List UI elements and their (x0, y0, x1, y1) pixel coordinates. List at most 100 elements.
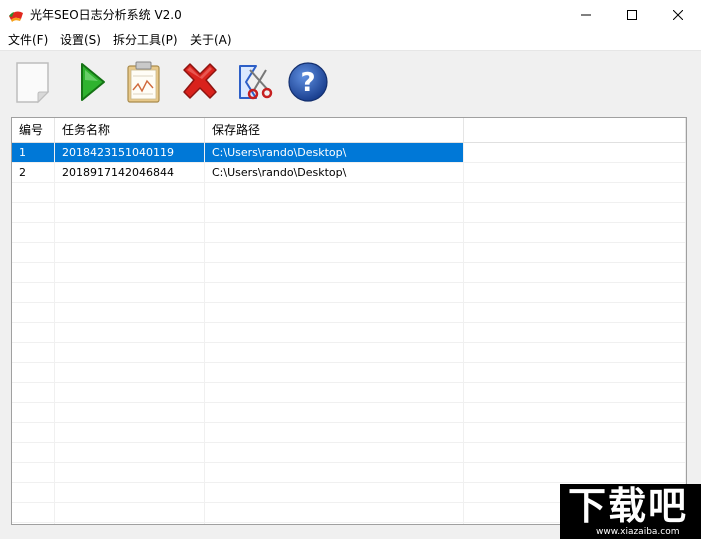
window-title: 光年SEO日志分析系统 V2.0 (30, 8, 182, 22)
empty-table-row (12, 463, 686, 483)
start-button[interactable] (68, 58, 114, 106)
cell-empty (464, 403, 686, 422)
report-button[interactable] (120, 58, 166, 106)
cell-task-name (55, 283, 205, 302)
cell-id (12, 423, 55, 442)
cell-task-name (55, 463, 205, 482)
menu-split-tools[interactable]: 拆分工具(P) (113, 32, 178, 48)
close-icon (673, 10, 683, 20)
maximize-button[interactable] (609, 0, 655, 30)
cell-empty (464, 443, 686, 462)
cell-save-path: C:\Users\rando\Desktop\ (205, 163, 464, 182)
cell-empty (464, 343, 686, 362)
empty-table-row (12, 363, 686, 383)
cell-task-name (55, 323, 205, 342)
cell-empty (464, 323, 686, 342)
cell-save-path (205, 523, 464, 524)
cell-empty (464, 203, 686, 222)
cell-empty (464, 143, 686, 162)
column-header-save-path[interactable]: 保存路径 (205, 118, 464, 142)
cell-task-name (55, 363, 205, 382)
cell-save-path (205, 323, 464, 342)
menu-file[interactable]: 文件(F) (8, 32, 48, 48)
cell-id (12, 383, 55, 402)
empty-table-row (12, 323, 686, 343)
minimize-icon (581, 14, 591, 16)
cell-save-path (205, 503, 464, 522)
cell-save-path (205, 403, 464, 422)
cell-save-path (205, 423, 464, 442)
help-button[interactable]: ? (285, 58, 331, 106)
menu-about[interactable]: 关于(A) (190, 32, 232, 48)
cell-id: 2 (12, 163, 55, 182)
cell-task-name (55, 383, 205, 402)
cell-empty (464, 383, 686, 402)
clipboard-report-icon (127, 61, 160, 103)
cell-id (12, 523, 55, 524)
delete-button[interactable] (177, 58, 223, 106)
cell-empty (464, 223, 686, 242)
cell-save-path (205, 303, 464, 322)
app-logo-icon (8, 7, 24, 23)
cell-task-name (55, 403, 205, 422)
empty-table-row (12, 423, 686, 443)
menu-settings[interactable]: 设置(S) (60, 32, 101, 48)
cell-empty (464, 183, 686, 202)
cell-id (12, 323, 55, 342)
cell-id (12, 283, 55, 302)
cell-task-name (55, 303, 205, 322)
cell-id (12, 303, 55, 322)
cell-save-path (205, 463, 464, 482)
cell-empty (464, 423, 686, 442)
cell-id (12, 343, 55, 362)
cell-task-name: 2018423151040119 (55, 143, 205, 162)
cell-empty (464, 363, 686, 382)
column-header-id[interactable]: 编号 (12, 118, 55, 142)
cell-save-path (205, 343, 464, 362)
cell-empty (464, 303, 686, 322)
cell-save-path (205, 203, 464, 222)
split-scissors-icon (239, 65, 273, 100)
minimize-button[interactable] (563, 0, 609, 30)
watermark-logo-text: 下载吧 (568, 484, 689, 528)
empty-table-row (12, 383, 686, 403)
cell-task-name (55, 443, 205, 462)
watermark-url: www.xiazaiba.com (596, 527, 680, 537)
title-bar[interactable]: 光年SEO日志分析系统 V2.0 (0, 0, 701, 30)
cell-id (12, 183, 55, 202)
toolbar: ? (0, 51, 701, 115)
empty-table-row (12, 263, 686, 283)
table-row[interactable]: 2 2018917142046844 C:\Users\rando\Desktop\ (12, 163, 686, 183)
cell-task-name (55, 263, 205, 282)
empty-table-row (12, 303, 686, 323)
cell-save-path (205, 443, 464, 462)
cell-id (12, 403, 55, 422)
cell-task-name: 2018917142046844 (55, 163, 205, 182)
cell-task-name (55, 223, 205, 242)
task-list[interactable]: 编号 任务名称 保存路径 1 2018423151040119 C:\Users\r… (11, 117, 687, 525)
empty-table-row (12, 283, 686, 303)
table-row[interactable]: 1 2018423151040119 C:\Users\rando\Desktop\ (12, 143, 686, 163)
new-task-button[interactable] (10, 58, 56, 106)
cell-empty (464, 463, 686, 482)
split-tool-button[interactable] (231, 58, 277, 106)
cell-id (12, 483, 55, 502)
menu-bar: 文件(F) 设置(S) 拆分工具(P) 关于(A) (0, 30, 701, 51)
cell-id: 1 (12, 143, 55, 162)
cell-task-name (55, 483, 205, 502)
cell-id (12, 203, 55, 222)
help-question-icon: ? (288, 62, 328, 102)
empty-table-row (12, 203, 686, 223)
empty-table-row (12, 343, 686, 363)
cell-task-name (55, 523, 205, 524)
cell-id (12, 223, 55, 242)
close-button[interactable] (655, 0, 701, 30)
cell-task-name (55, 183, 205, 202)
cell-save-path (205, 223, 464, 242)
cell-empty (464, 263, 686, 282)
cell-task-name (55, 503, 205, 522)
column-header-task-name[interactable]: 任务名称 (55, 118, 205, 142)
maximize-icon (627, 10, 637, 20)
cell-save-path (205, 483, 464, 502)
cell-id (12, 363, 55, 382)
